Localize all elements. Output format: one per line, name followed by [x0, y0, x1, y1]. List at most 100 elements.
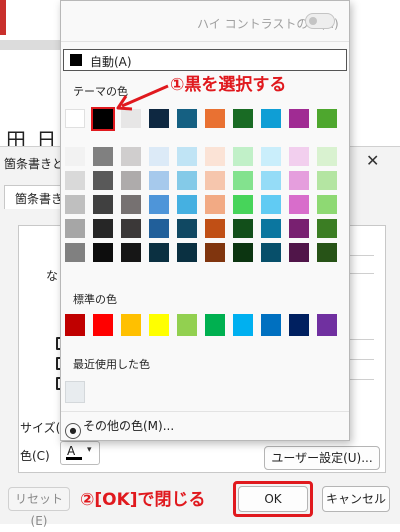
theme-shade-swatch[interactable]: [261, 147, 281, 166]
theme-shade-swatch[interactable]: [149, 195, 169, 214]
theme-shade-swatch[interactable]: [317, 243, 337, 262]
theme-shade-swatch[interactable]: [149, 219, 169, 238]
chevron-down-icon: ▾: [87, 445, 92, 455]
theme-shade-swatch[interactable]: [233, 147, 253, 166]
recent-color-swatch[interactable]: [65, 381, 85, 403]
theme-color-swatch[interactable]: [233, 109, 253, 128]
more-colors-label: その他の色(M)...: [83, 419, 175, 433]
theme-shade-swatch[interactable]: [317, 195, 337, 214]
theme-shade-swatch[interactable]: [93, 243, 113, 262]
high-contrast-row: ハイ コントラストのみ(H): [61, 7, 349, 37]
theme-shade-swatch[interactable]: [177, 195, 197, 214]
theme-shade-swatch[interactable]: [149, 243, 169, 262]
theme-shade-swatch[interactable]: [93, 195, 113, 214]
standard-color-swatch[interactable]: [121, 314, 141, 336]
theme-shade-swatch[interactable]: [261, 171, 281, 190]
ok-highlight-box: [233, 481, 313, 517]
theme-shade-swatch[interactable]: [65, 243, 85, 262]
annotation-step1: ①黒を選択する: [170, 75, 287, 95]
theme-shade-swatch[interactable]: [317, 147, 337, 166]
theme-shade-swatch[interactable]: [177, 171, 197, 190]
theme-shade-swatch[interactable]: [261, 219, 281, 238]
close-icon[interactable]: ✕: [366, 151, 379, 170]
standard-color-swatch[interactable]: [149, 314, 169, 336]
theme-shade-swatch[interactable]: [261, 243, 281, 262]
theme-shade-swatch[interactable]: [65, 171, 85, 190]
theme-shade-swatch[interactable]: [289, 147, 309, 166]
theme-shade-swatch[interactable]: [93, 147, 113, 166]
theme-color-swatch[interactable]: [65, 109, 85, 128]
color-label: 色(C): [20, 449, 50, 463]
tab-bullets[interactable]: 箇条書き: [4, 185, 64, 209]
theme-shade-swatch[interactable]: [289, 243, 309, 262]
standard-color-swatch[interactable]: [177, 314, 197, 336]
theme-shade-swatch[interactable]: [93, 219, 113, 238]
theme-shade-swatch[interactable]: [205, 243, 225, 262]
recent-colors-label: 最近使用した色: [73, 358, 150, 371]
color-picker-popup: ハイ コントラストのみ(H) 自動(A) テーマの色 標準の色 最近使用した色 …: [60, 0, 350, 441]
cancel-button[interactable]: キャンセル: [322, 486, 390, 512]
auto-color-label: 自動(A): [90, 55, 132, 69]
theme-color-swatch[interactable]: [317, 109, 337, 128]
theme-shade-swatch[interactable]: [233, 195, 253, 214]
reset-button[interactable]: リセット(E): [8, 487, 70, 528]
dialog-title: 箇条書きと: [4, 157, 65, 171]
auto-color-option[interactable]: 自動(A): [63, 49, 347, 71]
theme-shade-swatch[interactable]: [65, 195, 85, 214]
theme-shade-swatch[interactable]: [233, 219, 253, 238]
theme-shade-swatch[interactable]: [121, 195, 141, 214]
divider: [61, 41, 349, 42]
theme-color-swatch[interactable]: [205, 109, 225, 128]
user-settings-button[interactable]: ユーザー設定(U)...: [264, 446, 380, 470]
standard-color-swatch[interactable]: [65, 314, 85, 336]
theme-shade-swatch[interactable]: [205, 195, 225, 214]
theme-color-swatch[interactable]: [261, 109, 281, 128]
standard-color-swatch[interactable]: [93, 314, 113, 336]
high-contrast-toggle[interactable]: [305, 13, 335, 29]
standard-colors-label: 標準の色: [73, 293, 117, 306]
font-color-icon: A: [67, 444, 76, 458]
annotation-step2: ②[OK]で閉じる: [80, 490, 206, 510]
theme-shade-swatch[interactable]: [205, 147, 225, 166]
theme-shade-swatch[interactable]: [149, 171, 169, 190]
ribbon-area: [0, 40, 60, 50]
theme-shade-swatch[interactable]: [233, 171, 253, 190]
theme-shade-swatch[interactable]: [177, 147, 197, 166]
annotation-arrow-icon: [116, 84, 169, 111]
palette-icon: ●: [65, 423, 81, 439]
font-color-bar: [66, 457, 82, 460]
font-color-dropdown[interactable]: A ▾: [60, 441, 100, 465]
standard-color-swatch[interactable]: [317, 314, 337, 336]
theme-shade-swatch[interactable]: [121, 147, 141, 166]
theme-shade-swatch[interactable]: [65, 219, 85, 238]
theme-shade-swatch[interactable]: [205, 219, 225, 238]
theme-color-swatch[interactable]: [177, 109, 197, 128]
theme-shade-swatch[interactable]: [121, 243, 141, 262]
theme-shade-swatch[interactable]: [317, 219, 337, 238]
standard-color-swatch[interactable]: [289, 314, 309, 336]
theme-shade-swatch[interactable]: [233, 243, 253, 262]
theme-shade-swatch[interactable]: [121, 219, 141, 238]
theme-shade-swatch[interactable]: [177, 219, 197, 238]
theme-shade-swatch[interactable]: [93, 171, 113, 190]
toggle-knob: [309, 17, 317, 25]
auto-color-swatch: [70, 54, 82, 66]
ribbon-accent: [0, 0, 6, 35]
preview-text: な: [46, 269, 59, 283]
theme-shade-swatch[interactable]: [317, 171, 337, 190]
more-colors-option[interactable]: ● その他の色(M)...: [65, 417, 174, 439]
theme-shade-swatch[interactable]: [177, 243, 197, 262]
theme-shade-swatch[interactable]: [65, 147, 85, 166]
theme-shade-swatch[interactable]: [289, 171, 309, 190]
standard-color-swatch[interactable]: [261, 314, 281, 336]
theme-shade-swatch[interactable]: [121, 171, 141, 190]
standard-color-swatch[interactable]: [233, 314, 253, 336]
theme-shade-swatch[interactable]: [261, 195, 281, 214]
standard-color-swatch[interactable]: [205, 314, 225, 336]
divider: [61, 411, 349, 412]
theme-shade-swatch[interactable]: [289, 219, 309, 238]
theme-shade-swatch[interactable]: [149, 147, 169, 166]
theme-shade-swatch[interactable]: [205, 171, 225, 190]
theme-color-swatch[interactable]: [289, 109, 309, 128]
theme-shade-swatch[interactable]: [289, 195, 309, 214]
